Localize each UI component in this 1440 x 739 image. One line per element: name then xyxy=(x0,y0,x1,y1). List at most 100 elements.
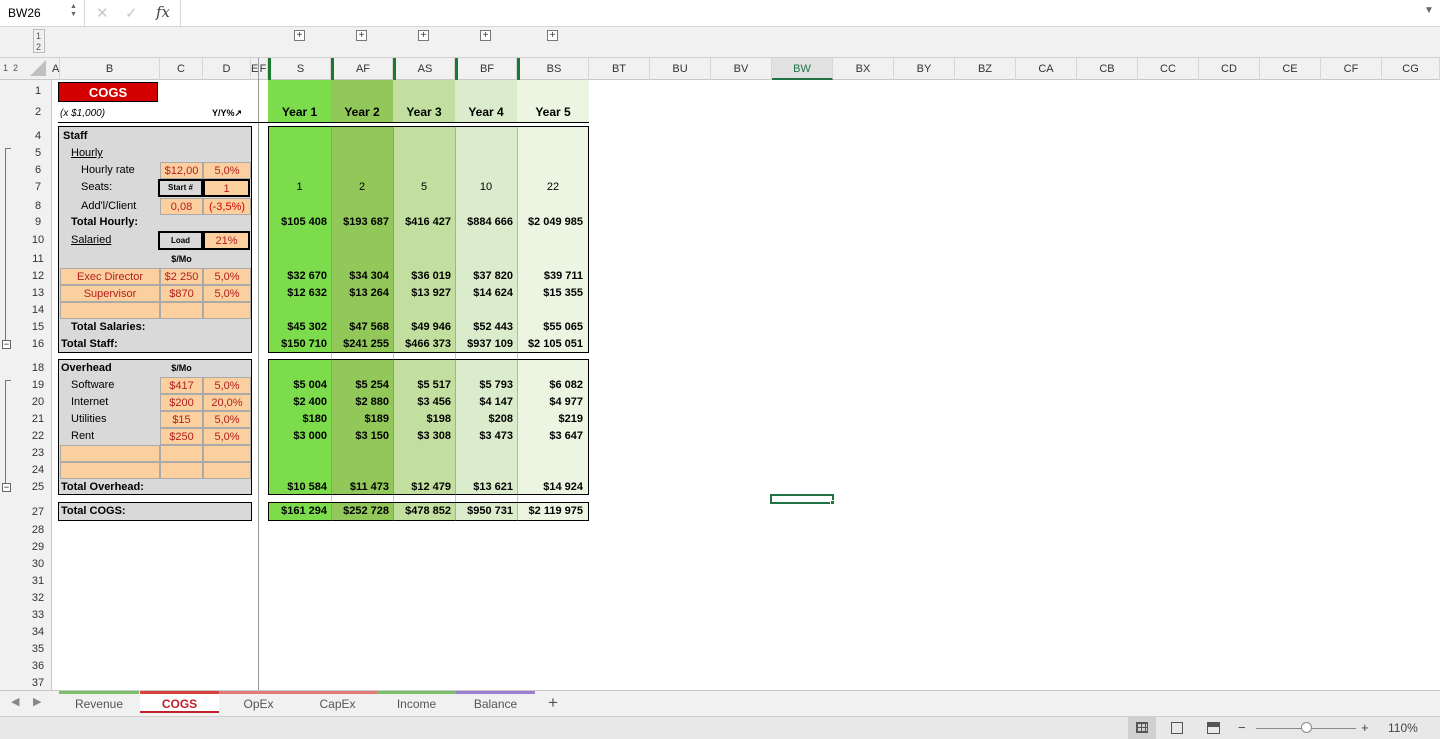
col-header-ca[interactable]: CA xyxy=(1016,58,1077,80)
zoom-slider-thumb[interactable] xyxy=(1301,722,1312,733)
col-header-b[interactable]: B xyxy=(60,58,160,80)
addl-client-growth-input[interactable]: (-3,5%) xyxy=(203,198,251,215)
addl-client-input[interactable]: 0,08 xyxy=(160,198,203,215)
tab-capex[interactable]: CapEx xyxy=(298,691,377,713)
expand-group-icon[interactable]: + xyxy=(294,30,305,41)
row-header[interactable]: 33 xyxy=(24,607,52,624)
collapse-group-icon[interactable]: − xyxy=(2,340,11,349)
utilities-year-5[interactable]: $219 xyxy=(517,411,589,428)
col-header-cb[interactable]: CB xyxy=(1077,58,1138,80)
start-seats-input[interactable]: 1 xyxy=(203,179,250,197)
collapse-group-icon[interactable]: − xyxy=(2,483,11,492)
zoom-in-button[interactable]: + xyxy=(1361,720,1369,735)
col-header-by[interactable]: BY xyxy=(894,58,955,80)
exec-year-5[interactable]: $39 711 xyxy=(517,268,589,285)
col-header-bx[interactable]: BX xyxy=(833,58,894,80)
total-staff-year-5[interactable]: $2 105 051 xyxy=(517,336,589,353)
col-header-cc[interactable]: CC xyxy=(1138,58,1199,80)
expand-group-icon[interactable]: + xyxy=(418,30,429,41)
col-header-a[interactable]: A xyxy=(52,58,60,80)
total-cogs-year-4[interactable]: $950 731 xyxy=(455,503,517,520)
row-header[interactable]: 27 xyxy=(24,504,52,521)
empty-overhead-row[interactable] xyxy=(60,445,160,462)
software-year-2[interactable]: $5 254 xyxy=(331,377,393,394)
col-header-s[interactable]: S xyxy=(268,58,331,80)
row-header[interactable]: 16 xyxy=(24,336,52,353)
rent-cost-input[interactable]: $250 xyxy=(160,428,203,445)
rent-year-3[interactable]: $3 308 xyxy=(393,428,455,445)
total-hourly-year-5[interactable]: $2 049 985 xyxy=(517,214,589,231)
row-header[interactable]: 8 xyxy=(24,198,52,215)
row-header[interactable]: 2 xyxy=(24,104,52,121)
empty-overhead-row[interactable] xyxy=(60,462,160,479)
total-cogs-year-2[interactable]: $252 728 xyxy=(331,503,393,520)
row-header[interactable]: 32 xyxy=(24,590,52,607)
col-header-c[interactable]: C xyxy=(160,58,203,80)
row-header[interactable]: 11 xyxy=(24,251,52,268)
name-box-spinner-icon[interactable]: ▲ ▼ xyxy=(70,3,77,19)
total-hourly-year-4[interactable]: $884 666 xyxy=(455,214,517,231)
total-staff-year-3[interactable]: $466 373 xyxy=(393,336,455,353)
cancel-icon[interactable]: ✕ xyxy=(96,4,109,22)
col-header-bv[interactable]: BV xyxy=(711,58,772,80)
exec-director-label[interactable]: Exec Director xyxy=(60,268,160,285)
internet-year-1[interactable]: $2 400 xyxy=(268,394,331,411)
internet-growth-input[interactable]: 20,0% xyxy=(203,394,251,411)
total-cogs-year-1[interactable]: $161 294 xyxy=(268,503,331,520)
col-header-bt[interactable]: BT xyxy=(589,58,650,80)
total-salaries-year-4[interactable]: $52 443 xyxy=(455,319,517,336)
seats-year-5[interactable]: 22 xyxy=(517,179,589,196)
spreadsheet-grid[interactable]: COGS (x $1,000) Y/Y%↗ Year 1 Year 2 Year… xyxy=(52,58,1440,690)
row-header[interactable]: 5 xyxy=(24,145,52,162)
exec-year-2[interactable]: $34 304 xyxy=(331,268,393,285)
total-overhead-year-3[interactable]: $12 479 xyxy=(393,479,455,496)
software-growth-input[interactable]: 5,0% xyxy=(203,377,251,394)
formula-input[interactable] xyxy=(182,0,1418,27)
internet-year-3[interactable]: $3 456 xyxy=(393,394,455,411)
row-header[interactable]: 1 xyxy=(24,83,52,100)
row-outline-level-2[interactable]: 2 xyxy=(13,63,18,73)
fill-handle[interactable] xyxy=(830,500,835,505)
row-header[interactable]: 31 xyxy=(24,573,52,590)
internet-year-5[interactable]: $4 977 xyxy=(517,394,589,411)
total-salaries-year-1[interactable]: $45 302 xyxy=(268,319,331,336)
rent-year-1[interactable]: $3 000 xyxy=(268,428,331,445)
empty-salary-cell[interactable] xyxy=(160,302,203,319)
utilities-year-4[interactable]: $208 xyxy=(455,411,517,428)
row-header[interactable]: 12 xyxy=(24,268,52,285)
row-header[interactable]: 6 xyxy=(24,162,52,179)
utilities-growth-input[interactable]: 5,0% xyxy=(203,411,251,428)
confirm-icon[interactable]: ✓ xyxy=(125,4,138,22)
rent-year-2[interactable]: $3 150 xyxy=(331,428,393,445)
exec-director-salary-input[interactable]: $2 250 xyxy=(160,268,203,285)
sup-year-1[interactable]: $12 632 xyxy=(268,285,331,302)
expand-formula-icon[interactable]: ▼ xyxy=(1424,5,1434,16)
total-staff-year-4[interactable]: $937 109 xyxy=(455,336,517,353)
row-header[interactable]: 28 xyxy=(24,522,52,539)
row-header[interactable]: 22 xyxy=(24,428,52,445)
seats-year-3[interactable]: 5 xyxy=(393,179,455,196)
sup-year-4[interactable]: $14 624 xyxy=(455,285,517,302)
row-header[interactable]: 19 xyxy=(24,377,52,394)
row-header[interactable]: 24 xyxy=(24,462,52,479)
load-input[interactable]: 21% xyxy=(203,231,250,250)
col-header-bu[interactable]: BU xyxy=(650,58,711,80)
total-hourly-year-2[interactable]: $193 687 xyxy=(331,214,393,231)
empty-overhead-cell[interactable] xyxy=(160,462,203,479)
zoom-level[interactable]: 110% xyxy=(1388,721,1418,735)
page-layout-icon[interactable] xyxy=(1171,722,1183,734)
seats-year-4[interactable]: 10 xyxy=(455,179,517,196)
empty-salary-row[interactable] xyxy=(60,302,160,319)
software-year-3[interactable]: $5 517 xyxy=(393,377,455,394)
utilities-cost-input[interactable]: $15 xyxy=(160,411,203,428)
exec-year-1[interactable]: $32 670 xyxy=(268,268,331,285)
row-header[interactable]: 34 xyxy=(24,624,52,641)
row-outline-level-1[interactable]: 1 xyxy=(3,63,8,73)
software-year-5[interactable]: $6 082 xyxy=(517,377,589,394)
row-header[interactable]: 14 xyxy=(24,302,52,319)
row-header[interactable]: 29 xyxy=(24,539,52,556)
col-header-bz[interactable]: BZ xyxy=(955,58,1016,80)
col-header-bf[interactable]: BF xyxy=(455,58,517,80)
tab-income[interactable]: Income xyxy=(377,691,456,713)
total-salaries-year-5[interactable]: $55 065 xyxy=(517,319,589,336)
